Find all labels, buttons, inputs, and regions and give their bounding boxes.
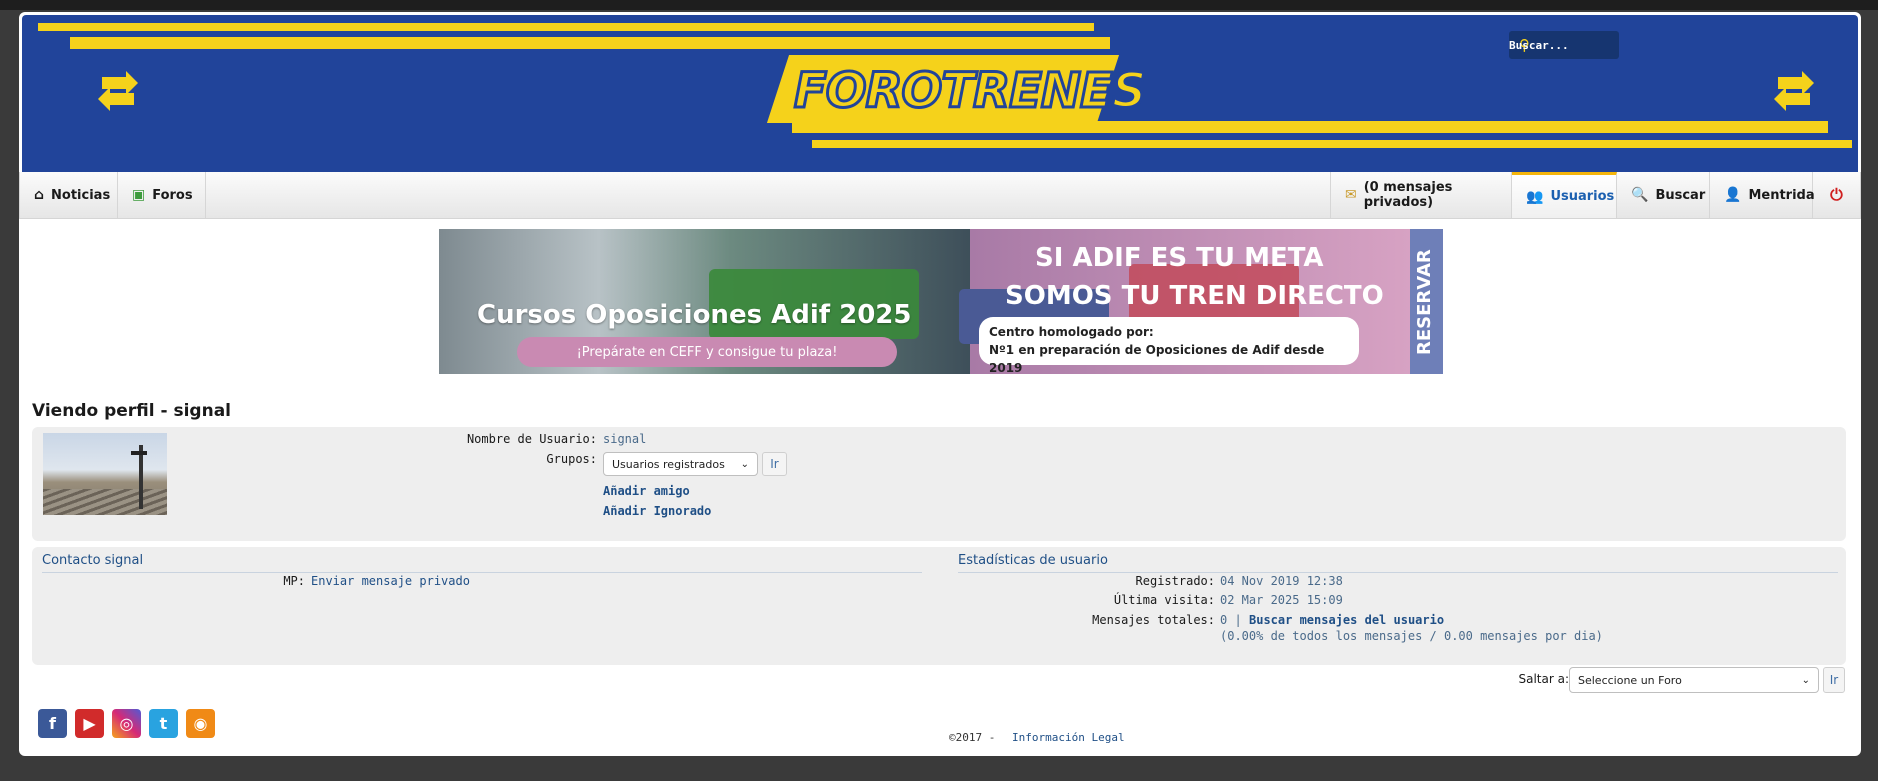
users-icon: 👥 — [1526, 188, 1544, 205]
social-links: f ▶ ◎ t ◉ — [38, 709, 215, 738]
chevron-down-icon: ⌄ — [740, 458, 749, 470]
header-search-box[interactable]: ⚲ Buscar... — [1509, 31, 1619, 59]
nav-mentrida[interactable]: 👤 Mentrida — [1710, 172, 1815, 218]
nav-label: Usuarios — [1550, 189, 1615, 204]
magnifier-icon: 🔍 — [1631, 187, 1649, 203]
nav-noticias[interactable]: ⌂ Noticias — [19, 172, 118, 218]
forum-jump-go-button[interactable]: Ir — [1823, 667, 1845, 693]
banner-right-line2: SOMOS TU TREN DIRECTO — [1005, 281, 1384, 311]
banner-left-title: Cursos Oposiciones Adif 2025 — [477, 300, 912, 330]
banner-right-box: Centro homologado por: Nº1 en preparació… — [979, 317, 1359, 374]
ad-banner[interactable]: Cursos Oposiciones Adif 2025 ¡Prepárate … — [439, 229, 1443, 374]
nav-buscar[interactable]: 🔍 Buscar — [1617, 172, 1710, 218]
nav-usuarios[interactable]: 👥 Usuarios — [1512, 172, 1617, 218]
nav-label: (0 mensajes privados) — [1363, 180, 1453, 210]
groups-go-button[interactable]: Ir — [762, 452, 787, 476]
nav-private-messages[interactable]: ✉ (0 mensajes privados) — [1330, 172, 1512, 218]
left-arrows-icon — [98, 71, 138, 111]
home-icon: ⌂ — [34, 187, 45, 203]
username-label: Nombre de Usuario: — [466, 432, 597, 446]
last-visit-value: 02 Mar 2025 15:09 — [1220, 593, 1343, 607]
nav-label: Noticias — [51, 187, 111, 203]
chat-icon: ▣ — [132, 187, 146, 203]
total-posts-detail: (0.00% de todos los mensajes / 0.00 mens… — [1220, 629, 1603, 643]
header-stripe — [812, 140, 1852, 148]
banner-left-pill: ¡Prepárate en CEFF y consigue tu plaza! — [517, 337, 897, 367]
nav-label: Foros — [152, 187, 193, 203]
divider — [958, 572, 1838, 573]
banner-reserve-label[interactable]: RESERVAR — [1414, 235, 1439, 370]
legal-info-link[interactable]: Información Legal — [1012, 731, 1125, 744]
chevron-down-icon: ⌄ — [1801, 674, 1810, 686]
registered-value: 04 Nov 2019 12:38 — [1220, 574, 1343, 588]
forum-jump-select[interactable]: Seleccione un Foro ⌄ — [1569, 667, 1819, 693]
nav-label: Mentrida — [1748, 187, 1815, 203]
power-icon: ⏻ — [1830, 185, 1843, 204]
site-logo[interactable]: FOROTRENES — [793, 62, 1148, 121]
username-value: signal — [603, 432, 647, 446]
total-posts-label: Mensajes totales: — [1092, 613, 1215, 627]
divider — [42, 572, 922, 573]
total-posts-value: 0 | — [1220, 613, 1242, 627]
page-container: FOROTRENES ⚲ Buscar... ⌂ Noticias ▣ Foro… — [19, 12, 1861, 756]
banner-right-line1: SI ADIF ES TU META — [1035, 243, 1324, 273]
main-nav: ⌂ Noticias ▣ Foros ✉ (0 mensajes privado… — [19, 172, 1861, 219]
site-header: FOROTRENES ⚲ Buscar... — [22, 15, 1858, 185]
add-friend-link[interactable]: Añadir amigo — [603, 484, 690, 498]
profile-panel — [32, 427, 1846, 541]
groups-label: Grupos: — [546, 452, 597, 466]
groups-select[interactable]: Usuarios registrados ⌄ — [603, 452, 758, 476]
send-pm-link[interactable]: Enviar mensaje privado — [311, 574, 470, 588]
info-panel — [32, 547, 1846, 665]
header-search-input[interactable]: Buscar... — [1509, 39, 1569, 52]
rss-icon[interactable]: ◉ — [186, 709, 215, 738]
right-arrows-icon — [1774, 71, 1814, 111]
copyright: ©2017 - Información Legal — [949, 731, 1125, 744]
forum-jump-selected: Seleccione un Foro — [1578, 673, 1682, 687]
header-stripe — [38, 23, 1094, 31]
twitter-icon[interactable]: t — [149, 709, 178, 738]
add-ignored-link[interactable]: Añadir Ignorado — [603, 504, 711, 518]
facebook-icon[interactable]: f — [38, 709, 67, 738]
header-stripe — [70, 37, 1110, 49]
registered-label: Registrado: — [1135, 574, 1215, 588]
contact-heading: Contacto signal — [42, 553, 144, 568]
window-topbar — [0, 0, 1878, 10]
avatar-signal-arm — [131, 451, 147, 455]
envelope-icon: ✉ — [1345, 187, 1357, 203]
nav-foros[interactable]: ▣ Foros — [118, 172, 206, 218]
groups-selected-value: Usuarios registrados — [612, 457, 725, 471]
avatar-tracks — [43, 489, 167, 515]
banner-box-line1: Centro homologado por: — [989, 325, 1154, 339]
instagram-icon[interactable]: ◎ — [112, 709, 141, 738]
page-title: Viendo perfil - signal — [32, 401, 232, 421]
stats-heading: Estadísticas de usuario — [958, 553, 1108, 568]
logout-button[interactable]: ⏻ — [1813, 172, 1861, 218]
youtube-icon[interactable]: ▶ — [75, 709, 104, 738]
last-visit-label: Última visita: — [1113, 593, 1215, 607]
pm-label: MP: — [283, 574, 305, 588]
jump-label: Saltar a: — [1518, 672, 1569, 686]
nav-label: Buscar — [1655, 187, 1706, 203]
banner-box-line2: Nº1 en preparación de Oposiciones de Adi… — [989, 343, 1325, 374]
user-icon: 👤 — [1724, 187, 1742, 203]
avatar — [43, 433, 167, 515]
copyright-text: ©2017 - — [949, 731, 996, 744]
search-user-posts-link[interactable]: Buscar mensajes del usuario — [1249, 613, 1444, 627]
